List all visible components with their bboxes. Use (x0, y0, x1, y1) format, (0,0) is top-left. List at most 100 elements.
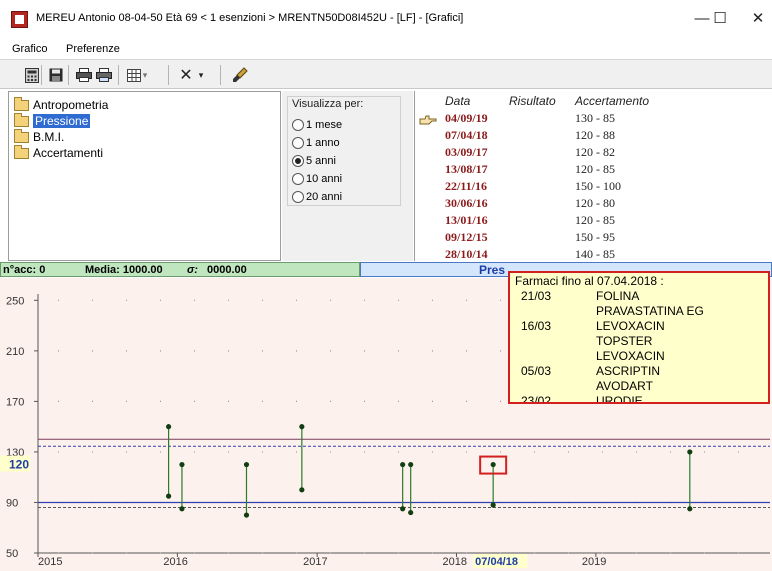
systolic-point (408, 461, 414, 468)
brush-icon[interactable] (230, 65, 250, 85)
diastolic-point (490, 502, 496, 508)
result-date[interactable]: 28/10/14 (445, 247, 488, 262)
systolic-point (299, 424, 305, 430)
toolbar-separator (68, 65, 69, 85)
menu-preferenze[interactable]: Preferenze (66, 43, 120, 55)
print-icon[interactable] (74, 65, 94, 85)
column-header-data[interactable]: Data (445, 94, 470, 108)
result-date[interactable]: 13/08/17 (445, 162, 488, 177)
highlight-date-label: 07/04/18 (475, 556, 518, 568)
result-date[interactable]: 30/06/16 (445, 196, 488, 211)
radio-10-anni[interactable]: 10 anni (292, 172, 342, 186)
result-date[interactable]: 07/04/18 (445, 128, 488, 143)
y-tick-label: 210 (6, 346, 24, 358)
title-bar: MEREU Antonio 08-04-50 Età 69 < 1 esenzi… (0, 0, 772, 36)
systolic-point (179, 461, 185, 468)
count-stat: n°acc: 0 (3, 264, 46, 276)
toolbar-separator (168, 65, 169, 85)
result-date[interactable]: 04/09/19 (445, 111, 488, 126)
print-preview-icon[interactable] (94, 65, 114, 85)
y-tick-label: 250 (6, 295, 24, 307)
column-header-risultato[interactable]: Risultato (509, 94, 556, 108)
result-value[interactable]: 140 - 85 (575, 247, 615, 262)
results-list: Data Risultato Accertamento 04/09/19 130 … (414, 91, 772, 261)
y-tick-label: 170 (6, 396, 24, 408)
save-icon[interactable] (46, 65, 66, 85)
tooltip-title: Farmaci fino al 07.04.2018 : (515, 274, 664, 288)
medication-tooltip: Farmaci fino al 07.04.2018 : 21/03 FOLINA… (508, 271, 770, 404)
window-title: MEREU Antonio 08-04-50 Età 69 < 1 esenzi… (36, 12, 464, 24)
radio-icon[interactable] (292, 137, 304, 149)
folder-icon (14, 96, 29, 111)
systolic-point (243, 461, 250, 468)
chart-title: Pres (479, 263, 506, 277)
result-value[interactable]: 120 - 82 (575, 145, 615, 160)
calculator-icon[interactable] (22, 65, 42, 85)
result-date[interactable]: 22/11/16 (445, 179, 487, 194)
x-tick-label: 2016 (163, 556, 187, 568)
radio-1-mese[interactable]: 1 mese (292, 118, 342, 132)
result-date[interactable]: 03/09/17 (445, 145, 488, 160)
mean-stat: Media: 1000.00 (85, 264, 163, 276)
result-date[interactable]: 09/12/15 (445, 230, 488, 245)
diastolic-point (165, 493, 172, 499)
radio-icon[interactable] (292, 191, 304, 203)
radio-icon[interactable] (292, 155, 304, 167)
tooltip-drug: FOLINA (596, 289, 640, 303)
tooltip-date: 23/02 (521, 394, 552, 404)
tooltip-date: 16/03 (521, 319, 552, 333)
close-button[interactable]: ✕ (744, 7, 772, 31)
systolic-point (490, 461, 496, 468)
view-period-label: Visualizza per: (292, 98, 364, 110)
folder-icon (14, 144, 29, 159)
stats-bar: n°acc: 0 Media: 1000.00 σ: 0000.00 (0, 262, 360, 277)
column-header-accertamento[interactable]: Accertamento (575, 94, 649, 108)
result-value[interactable]: 120 - 88 (575, 128, 615, 143)
delete-icon[interactable]: ✕ (176, 65, 196, 85)
category-tree: Antropometria Pressione B.M.I. Accertame… (8, 91, 281, 261)
radio-icon[interactable] (292, 119, 304, 131)
diastolic-point (243, 512, 250, 518)
systolic-point (400, 461, 406, 468)
sigma-stat: 0000.00 (207, 264, 247, 276)
result-value[interactable]: 150 - 95 (575, 230, 615, 245)
tooltip-drug: AVODART (596, 379, 653, 393)
radio-icon[interactable] (292, 173, 304, 185)
y-tick-label: 50 (6, 548, 18, 560)
reference-marker-label: 120 (9, 458, 29, 472)
app-icon (11, 11, 28, 28)
toolbar-separator (220, 65, 221, 85)
tree-item-bmi[interactable]: B.M.I. (14, 128, 64, 145)
diastolic-point (179, 506, 185, 512)
x-tick-label: 2017 (303, 556, 327, 568)
tree-item-antropometria[interactable]: Antropometria (14, 96, 108, 113)
delete-dropdown-arrow-icon[interactable]: ▾ (196, 65, 206, 85)
tooltip-drug: PRAVASTATINA EG (596, 304, 704, 318)
grid-dropdown-arrow-icon[interactable]: ▾ (140, 65, 150, 85)
tooltip-date: 05/03 (521, 364, 552, 378)
result-value[interactable]: 120 - 80 (575, 196, 615, 211)
result-value[interactable]: 120 - 85 (575, 162, 615, 177)
folder-icon (14, 112, 29, 127)
radio-5-anni[interactable]: 5 anni (292, 154, 336, 168)
x-tick-label: 2015 (38, 556, 62, 568)
diastolic-point (299, 487, 305, 493)
systolic-point (165, 424, 172, 430)
radio-20-anni[interactable]: 20 anni (292, 190, 342, 204)
maximize-button[interactable]: ☐ (706, 7, 734, 31)
pointing-hand-icon (419, 115, 437, 125)
result-value[interactable]: 150 - 100 (575, 179, 621, 194)
result-date[interactable]: 13/01/16 (445, 213, 488, 228)
radio-1-anno[interactable]: 1 anno (292, 136, 340, 150)
x-tick-label: 2019 (582, 556, 606, 568)
result-value[interactable]: 130 - 85 (575, 111, 615, 126)
result-value[interactable]: 120 - 85 (575, 213, 615, 228)
diastolic-point (408, 509, 414, 516)
tooltip-drug: URODIE (596, 394, 643, 404)
tree-item-pressione[interactable]: Pressione (14, 112, 91, 129)
tooltip-drug: ASCRIPTIN (596, 364, 661, 378)
tree-item-accertamenti[interactable]: Accertamenti (14, 144, 103, 161)
tooltip-date: 21/03 (521, 289, 552, 303)
menu-grafico[interactable]: Grafico (12, 43, 47, 55)
tooltip-drug: LEVOXACIN (596, 319, 665, 333)
